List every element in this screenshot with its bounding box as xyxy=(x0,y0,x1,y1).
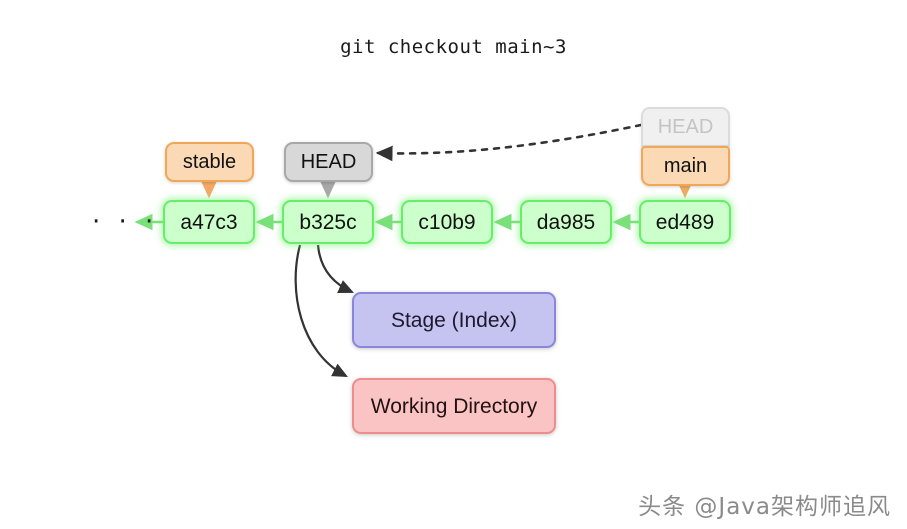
page-title: git checkout main~3 xyxy=(340,36,567,58)
branch-label-main[interactable]: main xyxy=(641,146,730,186)
history-ellipsis: · · · xyxy=(92,207,159,237)
branch-label-stable[interactable]: stable xyxy=(165,142,254,182)
head-label-active[interactable]: HEAD xyxy=(284,142,373,182)
stage-index-box[interactable]: Stage (Index) xyxy=(352,292,556,348)
head-label-ghost: HEAD xyxy=(641,107,730,147)
edge-b325c-to-stage xyxy=(316,244,355,294)
edge-head-moved-dashed xyxy=(375,123,643,162)
watermark: 头条 @Java架构师追风 xyxy=(638,494,891,520)
diagram-canvas: git checkout main~3 · · · a47c3 b325c c1… xyxy=(0,0,907,529)
commit-node-ed489[interactable]: ed489 xyxy=(639,200,731,244)
commit-node-a47c3[interactable]: a47c3 xyxy=(163,200,255,244)
diagram-edges xyxy=(134,123,693,378)
working-directory-box[interactable]: Working Directory xyxy=(352,378,556,434)
commit-node-da985[interactable]: da985 xyxy=(520,200,612,244)
commit-node-c10b9[interactable]: c10b9 xyxy=(401,200,493,244)
edge-b325c-to-working-directory xyxy=(294,244,348,378)
commit-node-b325c[interactable]: b325c xyxy=(282,200,374,244)
